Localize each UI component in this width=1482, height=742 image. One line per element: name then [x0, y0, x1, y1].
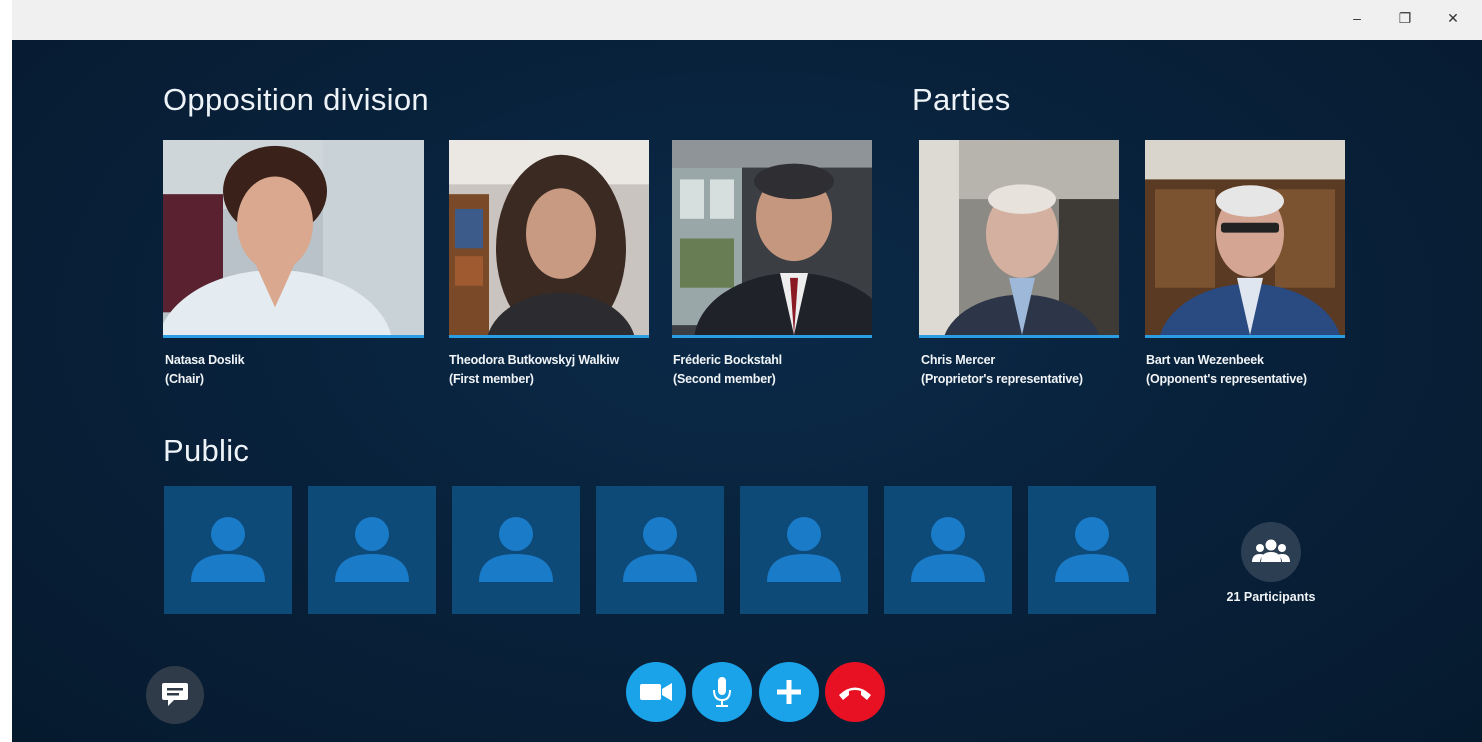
minimize-icon: –: [1353, 10, 1361, 26]
group-icon: [1252, 539, 1290, 562]
plus-icon: [777, 680, 801, 704]
participant-role: (Second member): [673, 372, 776, 386]
person-avatar-icon: [191, 517, 265, 582]
video-feed-image: [672, 140, 872, 335]
participant-role: (Opponent's representative): [1146, 372, 1307, 386]
person-avatar-icon: [335, 517, 409, 582]
participant-caption-3: Fréderic Bockstahl (Second member): [673, 351, 782, 389]
person-avatar-icon: [911, 517, 985, 582]
video-feed-image: [449, 140, 649, 335]
participant-name: Bart van Wezenbeek: [1146, 353, 1264, 367]
microphone-toggle-button[interactable]: [692, 662, 752, 722]
participant-caption-1: Natasa Doslik (Chair): [165, 351, 245, 389]
public-tile[interactable]: [308, 486, 436, 614]
section-title-parties: Parties: [912, 82, 1011, 117]
hang-up-button[interactable]: [825, 662, 885, 722]
participant-caption-4: Chris Mercer (Proprietor's representativ…: [921, 351, 1083, 389]
video-feed-image: [163, 140, 424, 335]
public-tile[interactable]: [164, 486, 292, 614]
participants-button[interactable]: [1241, 522, 1301, 582]
video-tile-proprietor-representative[interactable]: [919, 140, 1119, 338]
public-tile[interactable]: [1028, 486, 1156, 614]
call-stage: Opposition division Parties Natasa Dosli…: [12, 40, 1482, 742]
participant-caption-5: Bart van Wezenbeek (Opponent's represent…: [1146, 351, 1307, 389]
public-tile[interactable]: [884, 486, 1012, 614]
video-tile-first-member[interactable]: [449, 140, 649, 338]
hang-up-icon: [839, 687, 871, 700]
chat-bubble-icon: [162, 683, 188, 706]
public-tile[interactable]: [596, 486, 724, 614]
participants-count-label: 21 Participants: [1226, 590, 1316, 604]
person-avatar-icon: [1055, 517, 1129, 582]
video-feed-image: [919, 140, 1119, 335]
close-icon: ✕: [1447, 9, 1459, 26]
window-title-bar: – ❐ ✕: [12, 0, 1482, 41]
person-avatar-icon: [623, 517, 697, 582]
person-avatar-icon: [479, 517, 553, 582]
participant-role: (Proprietor's representative): [921, 372, 1083, 386]
microphone-icon: [713, 677, 731, 707]
video-toggle-button[interactable]: [626, 662, 686, 722]
minimize-button[interactable]: –: [1334, 0, 1380, 36]
section-title-opposition: Opposition division: [163, 82, 429, 117]
participant-name: Chris Mercer: [921, 353, 996, 367]
video-tile-opponent-representative[interactable]: [1145, 140, 1345, 338]
public-tile[interactable]: [452, 486, 580, 614]
participant-caption-2: Theodora Butkowskyj Walkiw (First member…: [449, 351, 619, 389]
chat-button[interactable]: [146, 666, 204, 724]
video-camera-icon: [640, 683, 672, 701]
participant-name: Fréderic Bockstahl: [673, 353, 782, 367]
section-title-public: Public: [163, 433, 250, 468]
close-button[interactable]: ✕: [1430, 0, 1476, 36]
public-tile[interactable]: [740, 486, 868, 614]
person-avatar-icon: [767, 517, 841, 582]
add-participant-button[interactable]: [759, 662, 819, 722]
participant-role: (Chair): [165, 372, 204, 386]
video-tile-chair[interactable]: [163, 140, 424, 338]
restore-button[interactable]: ❐: [1382, 0, 1428, 36]
video-tile-second-member[interactable]: [672, 140, 872, 338]
participant-role: (First member): [449, 372, 534, 386]
participant-name: Theodora Butkowskyj Walkiw: [449, 353, 620, 367]
participant-name: Natasa Doslik: [165, 353, 245, 367]
video-feed-image: [1145, 140, 1345, 335]
restore-icon: ❐: [1398, 9, 1412, 26]
